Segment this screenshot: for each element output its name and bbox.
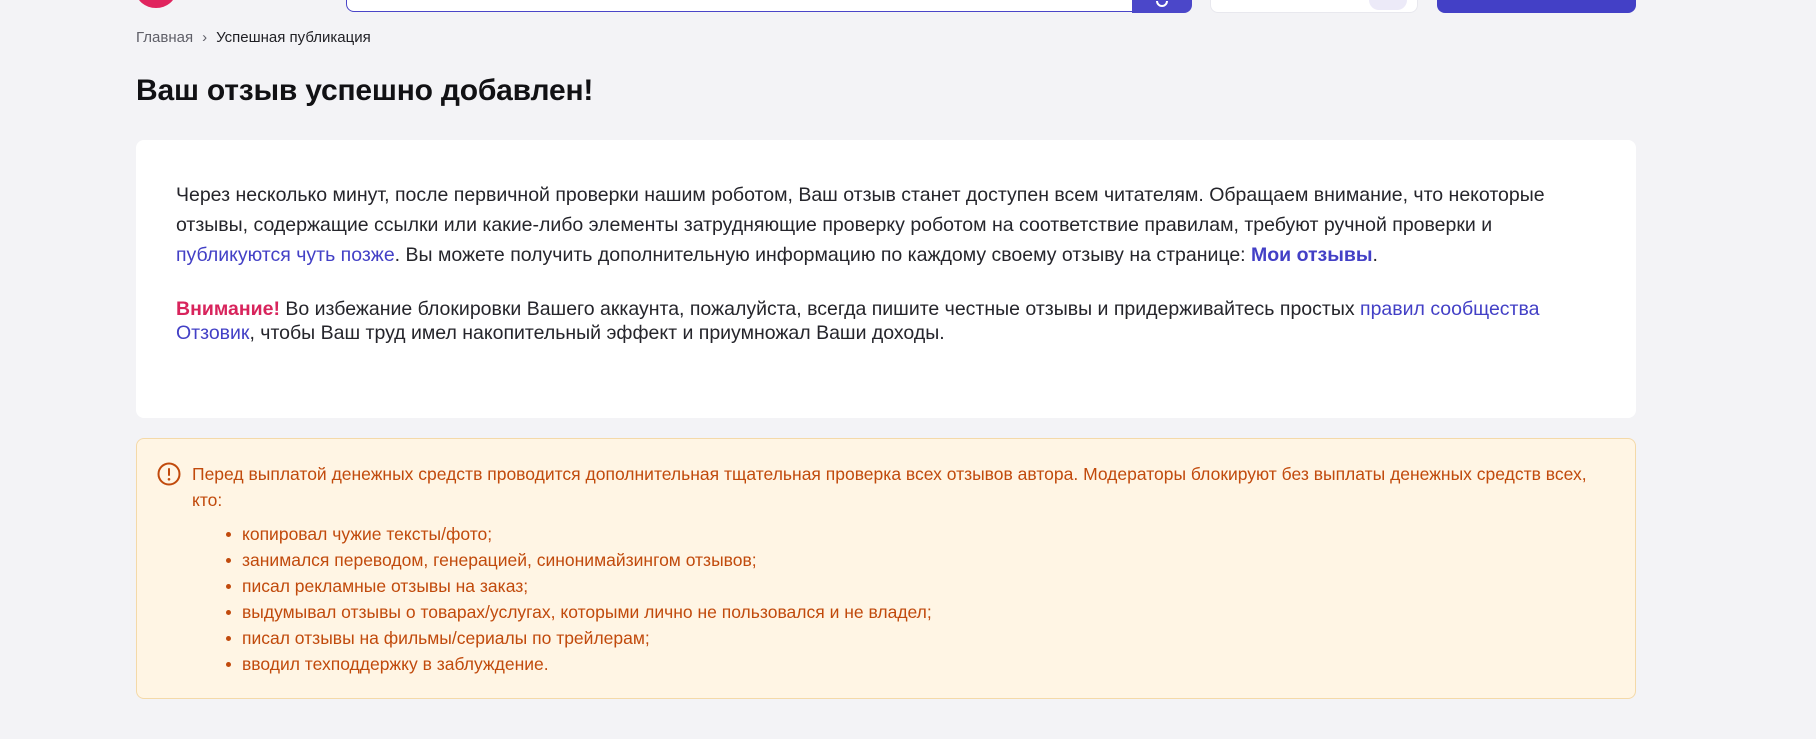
info-text-1: Через несколько минут, после первичной п…	[176, 184, 1545, 236]
info-text-end: .	[1372, 244, 1378, 266]
avatar	[1369, 0, 1407, 10]
warning-text-2: , чтобы Ваш труд имел накопительный эффе…	[249, 322, 945, 344]
alert-list: копировал чужие тексты/фото; занимался п…	[192, 521, 1595, 677]
breadcrumb-home-link[interactable]: Главная	[136, 29, 193, 46]
breadcrumb: Главная › Успешная публикация	[136, 29, 371, 46]
list-item: копировал чужие тексты/фото;	[226, 521, 1595, 547]
payout-warning-alert: Перед выплатой денежных средств проводит…	[136, 438, 1636, 699]
breadcrumb-separator: ›	[202, 29, 208, 46]
list-item: выдумывал отзывы о товарах/услугах, кото…	[226, 599, 1595, 625]
info-card: Через несколько минут, после первичной п…	[136, 140, 1636, 418]
alert-text: Перед выплатой денежных средств проводит…	[192, 464, 1587, 510]
my-reviews-link[interactable]: Мои отзывы	[1251, 244, 1373, 266]
exclamation-circle-icon	[157, 462, 181, 486]
info-text-2: . Вы можете получить дополнительную инфо…	[394, 244, 1252, 266]
list-item: писал рекламные отзывы на заказ;	[226, 573, 1595, 599]
breadcrumb-current: Успешная публикация	[216, 29, 371, 46]
write-review-button[interactable]	[1437, 0, 1636, 13]
published-later-link[interactable]: публикуются чуть позже	[176, 244, 395, 266]
info-paragraph: Через несколько минут, после первичной п…	[176, 180, 1596, 270]
site-header	[0, 0, 1816, 20]
list-item: вводил техподдержку в заблуждение.	[226, 651, 1595, 677]
search-button[interactable]	[1132, 0, 1192, 13]
search-icon	[1156, 1, 1168, 7]
site-logo[interactable]	[136, 0, 176, 8]
warning-paragraph: Внимание! Во избежание блокировки Вашего…	[176, 297, 1596, 345]
list-item: писал отзывы на фильмы/сериалы по трейле…	[226, 625, 1595, 651]
attention-label: Внимание!	[176, 298, 280, 320]
search-input[interactable]	[346, 0, 1133, 12]
warning-text-1: Во избежание блокировки Вашего аккаунта,…	[279, 298, 1361, 320]
page-title: Ваш отзыв успешно добавлен!	[136, 74, 594, 107]
list-item: занимался переводом, генерацией, синоним…	[226, 547, 1595, 573]
user-menu[interactable]	[1210, 0, 1418, 13]
